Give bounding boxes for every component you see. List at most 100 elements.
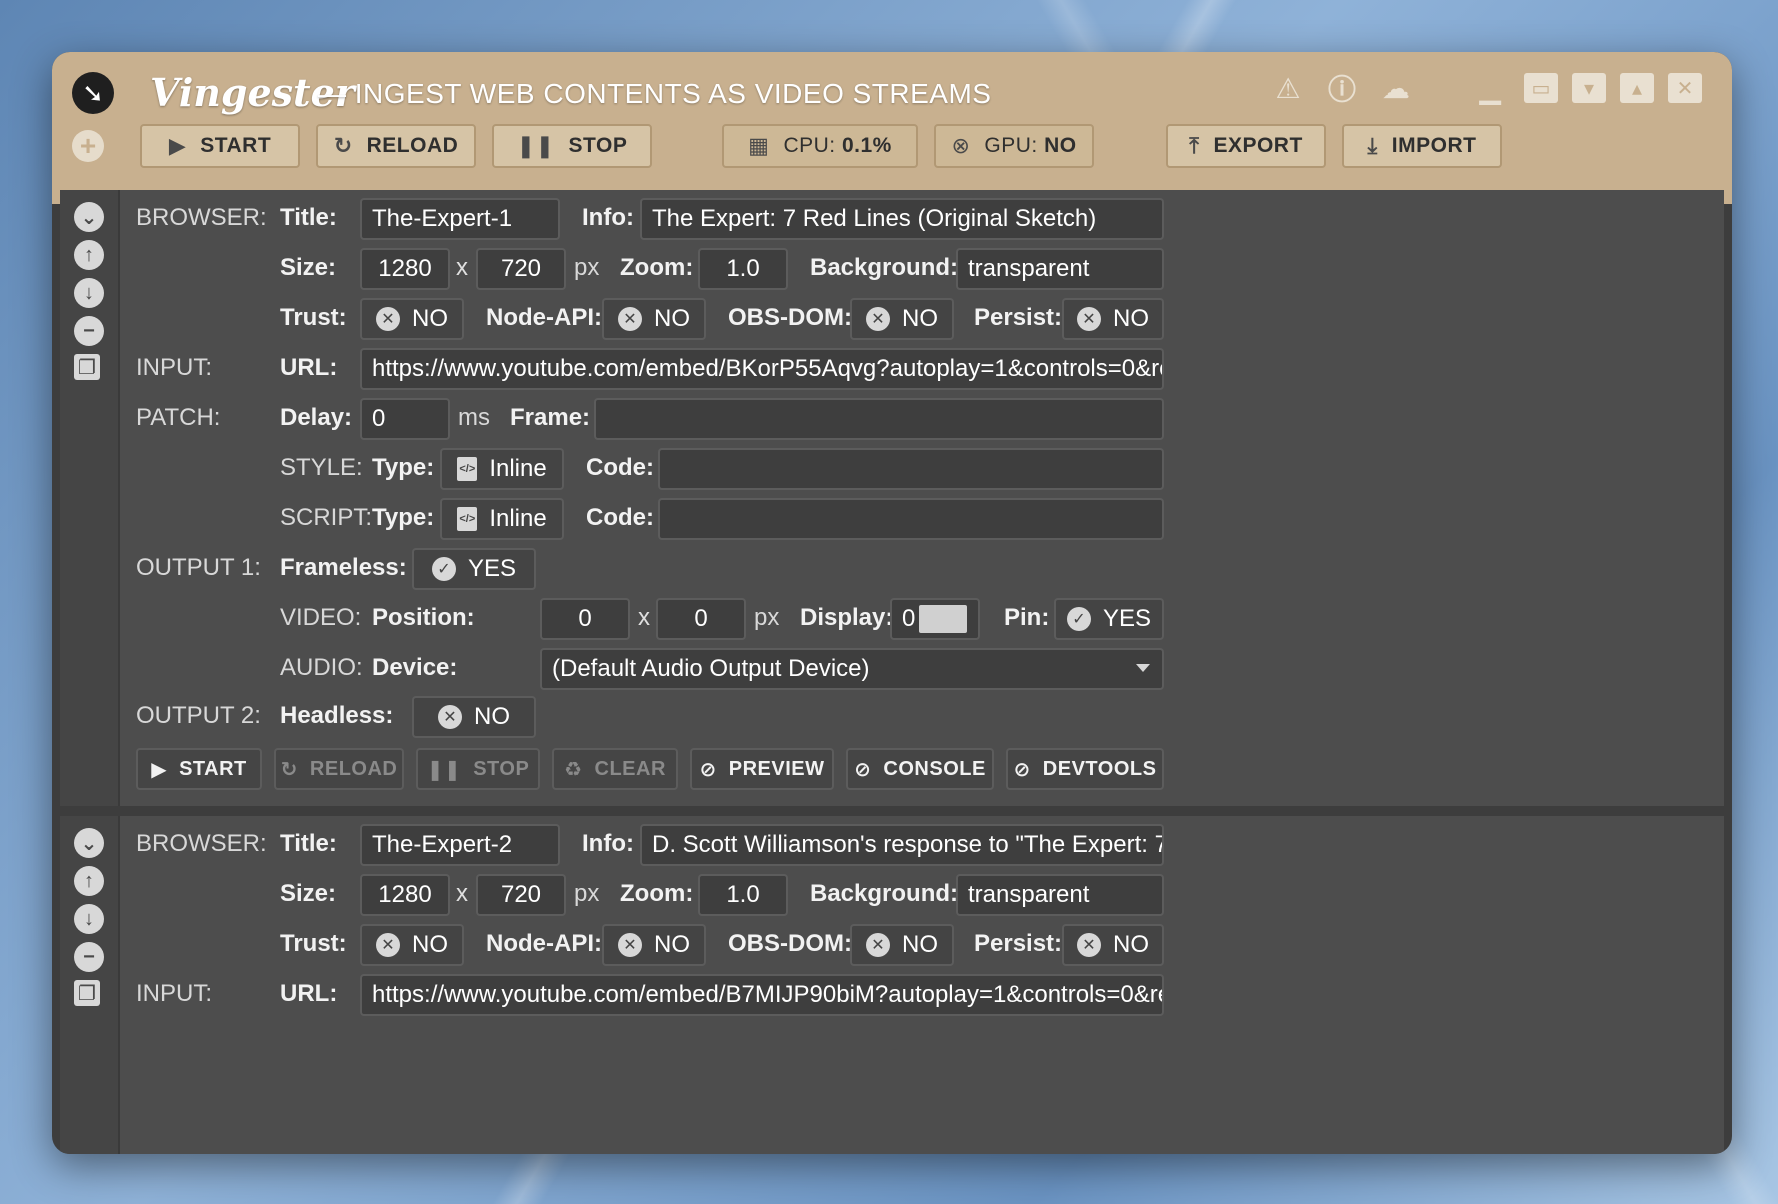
input-section-label: INPUT:	[136, 980, 213, 1007]
add-icon[interactable]: +	[72, 130, 104, 162]
headless-toggle[interactable]: ✕ NO	[412, 696, 536, 738]
x-circle-icon: ✕	[1077, 933, 1101, 957]
zoom-input[interactable]: 1.0	[698, 874, 788, 916]
info-input[interactable]: D. Scott Williamson's response to "The E…	[640, 824, 1164, 866]
minimize-icon[interactable]: ▁	[1470, 68, 1510, 108]
pin-toggle[interactable]: ✓ YES	[1054, 598, 1164, 640]
script-type-select[interactable]: </> Inline	[440, 498, 564, 540]
close-icon[interactable]: ✕	[1668, 73, 1702, 103]
code-file-icon: </>	[457, 457, 478, 481]
start-all-button[interactable]: ▶ START	[140, 124, 300, 168]
background-label: Background:	[810, 254, 959, 281]
stop-all-button[interactable]: ❚❚ STOP	[492, 124, 652, 168]
import-button[interactable]: ⤓ IMPORT	[1342, 124, 1502, 168]
x-circle-icon: ✕	[618, 933, 642, 957]
obs-dom-label: OBS-DOM:	[728, 304, 852, 331]
width-input[interactable]: 1280	[360, 874, 450, 916]
script-label: SCRIPT:	[280, 504, 373, 531]
browser-preview-button[interactable]: ⊘ PREVIEW	[690, 748, 834, 790]
background-input[interactable]: transparent	[956, 248, 1164, 290]
position-x-input[interactable]: 0	[540, 598, 630, 640]
browser-devtools-label: DEVTOOLS	[1042, 757, 1157, 780]
maximize-icon[interactable]: ▭	[1524, 73, 1558, 103]
obs-dom-toggle[interactable]: ✕ NO	[850, 298, 954, 340]
height-input[interactable]: 720	[476, 248, 566, 290]
url-input[interactable]: https://www.youtube.com/embed/BKorP55Aqv…	[360, 348, 1164, 390]
delay-input[interactable]: 0	[360, 398, 450, 440]
persist-toggle[interactable]: ✕ NO	[1062, 298, 1164, 340]
copy-icon[interactable]: ❐	[74, 354, 100, 380]
reload-all-button[interactable]: ↻ RELOAD	[316, 124, 476, 168]
info-icon[interactable]: ⓘ	[1322, 68, 1362, 108]
x-circle-icon: ✕	[618, 307, 642, 331]
node-api-toggle[interactable]: ✕ NO	[602, 298, 706, 340]
pin-label: Pin:	[1004, 604, 1050, 631]
chevron-down-circle-icon[interactable]: ⌄	[74, 828, 104, 858]
cloud-download-icon[interactable]: ☁	[1376, 68, 1416, 108]
background-input[interactable]: transparent	[956, 874, 1164, 916]
width-input[interactable]: 1280	[360, 248, 450, 290]
chevron-down-circle-icon[interactable]: ⌄	[74, 202, 104, 232]
export-button[interactable]: ⤒ EXPORT	[1166, 124, 1326, 168]
x-circle-icon: ✕	[376, 307, 400, 331]
style-type-label: Type:	[372, 454, 435, 481]
warning-icon[interactable]: ⚠	[1268, 68, 1308, 108]
trust-toggle[interactable]: ✕ NO	[360, 924, 464, 966]
arrow-down-icon[interactable]: ↓	[74, 904, 104, 934]
script-code-input[interactable]	[658, 498, 1164, 540]
minus-icon[interactable]: −	[74, 942, 104, 972]
node-api-toggle[interactable]: ✕ NO	[602, 924, 706, 966]
copy-icon[interactable]: ❐	[74, 980, 100, 1006]
persist-toggle[interactable]: ✕ NO	[1062, 924, 1164, 966]
pause-icon: ❚❚	[516, 133, 555, 158]
audio-device-select[interactable]: (Default Audio Output Device)	[540, 648, 1164, 690]
app-window: ➘ Vingester — INGEST WEB CONTENTS AS VID…	[52, 52, 1732, 1154]
browser-start-button[interactable]: ▶ START	[136, 748, 262, 790]
reload-icon: ↻	[333, 133, 353, 158]
trust-value: NO	[412, 305, 448, 332]
node-api-value: NO	[654, 931, 690, 958]
browser-actions: ▶ START ↻ RELOAD ❚❚ STOP ♻ CLEAR ⊘ PREVIEW ⊘ C…	[60, 748, 1260, 790]
chevron-down-icon	[1136, 664, 1150, 672]
title-input[interactable]: The-Expert-2	[360, 824, 560, 866]
browser-console-button[interactable]: ⊘ CONSOLE	[846, 748, 994, 790]
frame-label: Frame:	[510, 404, 591, 431]
browser-preview-label: PREVIEW	[728, 757, 825, 780]
arrow-down-icon[interactable]: ↓	[74, 278, 104, 308]
minus-icon[interactable]: −	[74, 316, 104, 346]
gpu-label: GPU:	[984, 134, 1038, 157]
position-x-label: x	[638, 604, 650, 631]
display-select[interactable]: 0	[890, 598, 980, 640]
trust-toggle[interactable]: ✕ NO	[360, 298, 464, 340]
arrow-up-icon[interactable]: ↑	[74, 866, 104, 896]
obs-dom-toggle[interactable]: ✕ NO	[850, 924, 954, 966]
frameless-toggle[interactable]: ✓ YES	[412, 548, 536, 590]
browser-devtools-button[interactable]: ⊘ DEVTOOLS	[1006, 748, 1164, 790]
zoom-input[interactable]: 1.0	[698, 248, 788, 290]
url-input[interactable]: https://www.youtube.com/embed/B7MIJP90bi…	[360, 974, 1164, 1016]
delay-ms-label: ms	[458, 404, 490, 431]
browser-section-label: BROWSER:	[136, 830, 267, 857]
browser-clear-button[interactable]: ♻ CLEAR	[552, 748, 678, 790]
style-code-input[interactable]	[658, 448, 1164, 490]
browser-clear-label: CLEAR	[594, 757, 666, 780]
position-y-input[interactable]: 0	[656, 598, 746, 640]
start-all-label: START	[200, 134, 272, 157]
title-input[interactable]: The-Expert-1	[360, 198, 560, 240]
collapse-icon[interactable]: ▾	[1572, 73, 1606, 103]
height-input[interactable]: 720	[476, 874, 566, 916]
browser-reload-button[interactable]: ↻ RELOAD	[274, 748, 404, 790]
gpu-value: NO	[1044, 134, 1077, 157]
eye-slash-icon: ⊘	[1013, 758, 1031, 781]
info-input[interactable]: The Expert: 7 Red Lines (Original Sketch…	[640, 198, 1164, 240]
frame-input[interactable]	[594, 398, 1164, 440]
url-label: URL:	[280, 980, 338, 1007]
browser-stop-label: STOP	[473, 757, 530, 780]
browser-stop-button[interactable]: ❚❚ STOP	[416, 748, 540, 790]
style-type-select[interactable]: </> Inline	[440, 448, 564, 490]
gpu-toggle[interactable]: ⊗ GPU: NO	[934, 124, 1094, 168]
headless-value: NO	[474, 703, 510, 730]
arrow-up-icon[interactable]: ↑	[74, 240, 104, 270]
expand-icon[interactable]: ▴	[1620, 73, 1654, 103]
upload-icon: ⤒	[1189, 133, 1200, 158]
